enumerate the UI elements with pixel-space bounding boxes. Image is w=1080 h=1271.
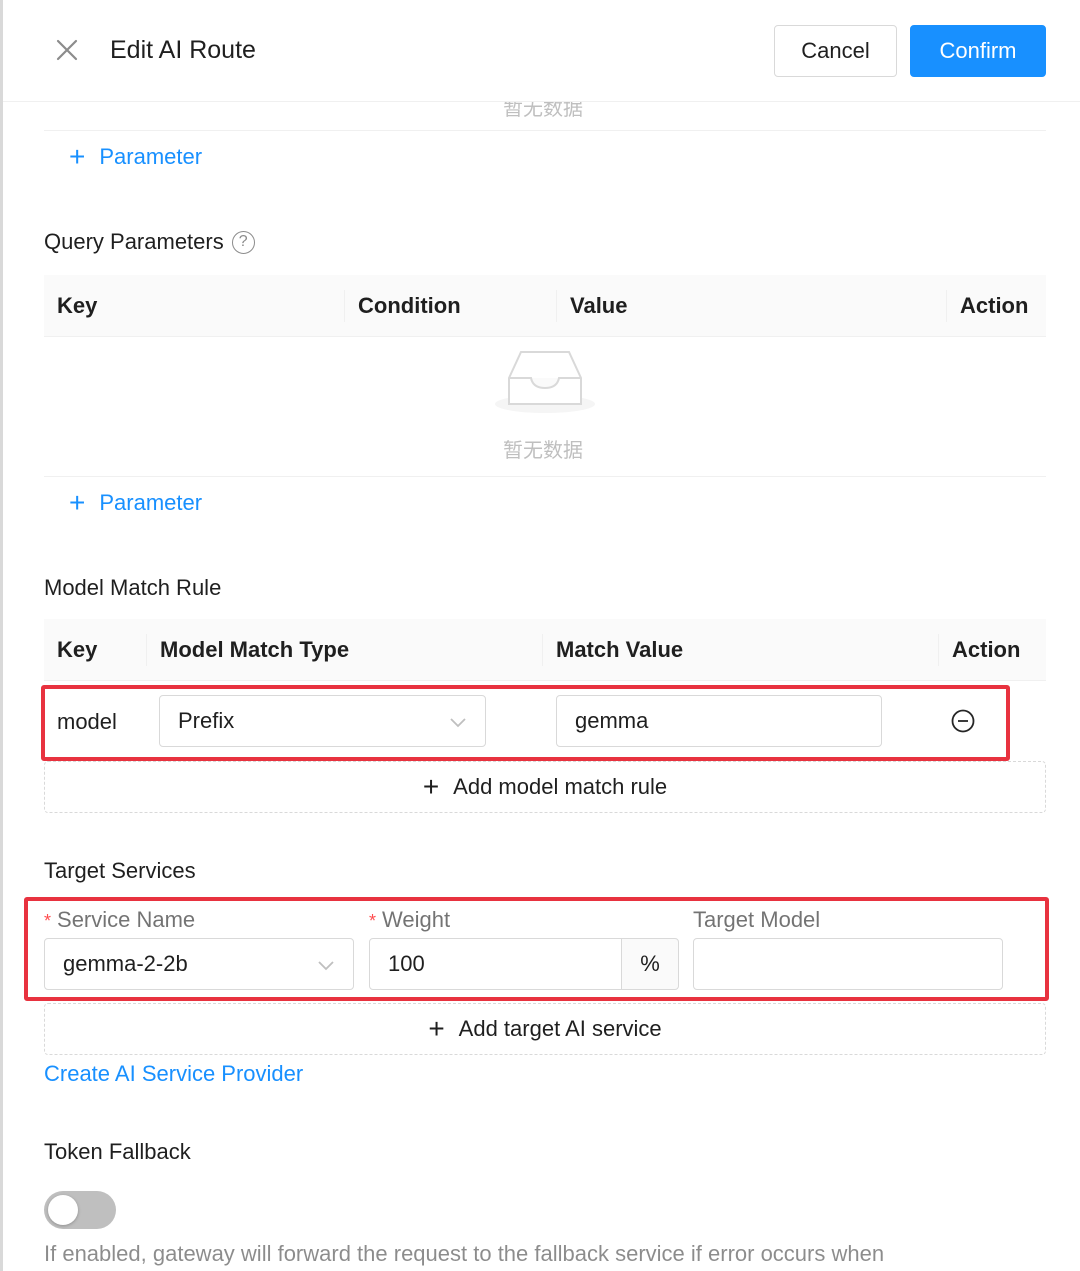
column-action: Action [960,293,1029,318]
token-fallback-label: Token Fallback [44,1139,191,1164]
add-header-parameter-link[interactable]: + Parameter [69,141,203,172]
query-parameters-title: Query Parameters [44,229,224,254]
confirm-button[interactable]: Confirm [910,25,1046,77]
column-match-value: Match Value [556,637,684,662]
plus-icon: + [69,141,86,172]
plus-icon: + [422,771,440,802]
column-action: Action [952,637,1021,662]
add-target-ai-service-button[interactable]: + Add target AI service [44,1003,1046,1055]
column-key: Key [57,637,98,662]
weight-label: * Weight [369,907,451,932]
cancel-button[interactable]: Cancel [774,25,897,77]
service-name-label: * Service Name [44,907,196,932]
column-key: Key [57,293,98,318]
plus-icon: + [428,1013,445,1044]
target-model-input[interactable] [693,938,1003,990]
weight-label-text: Weight [382,907,451,932]
percent-addon: % [621,938,679,990]
add-query-parameter-link[interactable]: + Parameter [69,487,203,518]
weight-input[interactable]: 100 [369,938,622,990]
add-parameter-label: Parameter [99,144,203,169]
question-circle-icon[interactable]: ? [231,230,255,254]
plus-icon: + [69,487,86,518]
empty-text: 暂无数据 [503,440,583,462]
column-value: Value [570,293,628,318]
query-parameters-table-header: Key Condition Value Action [44,275,1046,337]
add-model-match-rule-label: Add model match rule [453,774,668,799]
model-match-rule-table-header: Key Model Match Type Match Value Action [44,619,1046,681]
chevron-down-icon [449,711,467,729]
column-model-match-type: Model Match Type [160,637,350,662]
chevron-down-icon [317,954,335,972]
model-match-type-value: Prefix [178,708,235,733]
token-fallback-help: If enabled, gateway will forward the req… [44,1241,885,1266]
switch-knob [48,1195,78,1225]
empty-inbox-icon [493,348,597,416]
match-rule-key: model [57,709,117,734]
close-icon[interactable] [53,36,81,64]
minus-circle-icon[interactable] [951,709,975,733]
service-name-label-text: Service Name [57,907,196,932]
divider [44,476,1046,477]
service-name-select[interactable]: gemma-2-2b [44,938,354,990]
create-ai-service-provider-link[interactable]: Create AI Service Provider [44,1061,303,1087]
query-parameters-label: Query Parameters ? [44,229,255,255]
add-parameter-label: Parameter [99,490,203,515]
model-match-rule-label: Model Match Rule [44,575,222,600]
drawer-title: Edit AI Route [110,36,256,64]
target-model-label: Target Model [693,907,821,932]
drawer-header: Edit AI Route Cancel Confirm [3,0,1080,102]
model-match-type-select[interactable]: Prefix [159,695,486,747]
column-condition: Condition [358,293,461,318]
service-name-value: gemma-2-2b [63,951,188,976]
token-fallback-switch[interactable] [44,1191,116,1229]
add-model-match-rule-button[interactable]: + Add model match rule [44,761,1046,813]
edit-ai-route-drawer: Edit AI Route Cancel Confirm 暂无数据 + Para… [0,0,1080,1271]
match-value-input[interactable]: gemma [556,695,882,747]
divider [44,130,1046,131]
target-services-label: Target Services [44,858,196,883]
add-target-ai-service-label: Add target AI service [458,1016,662,1041]
